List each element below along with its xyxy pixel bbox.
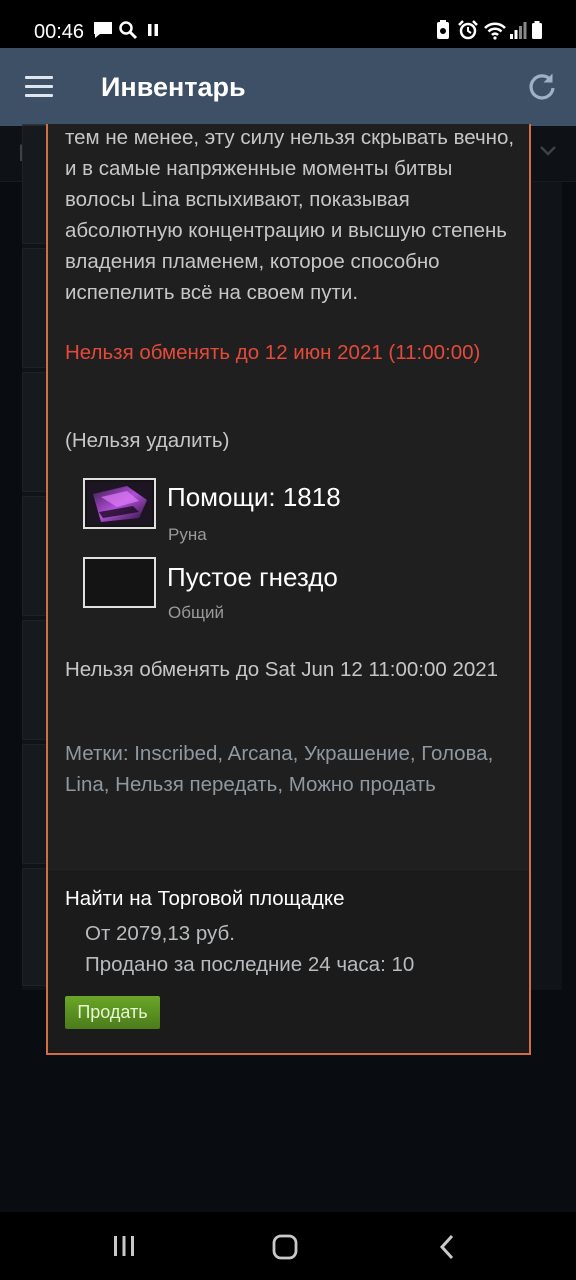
rune-gem-thumbnail — [83, 478, 156, 529]
navigation-bar — [0, 1212, 576, 1280]
app-bar: Инвентарь — [0, 48, 576, 126]
market-title: Найти на Торговой площадке — [65, 887, 345, 910]
sell-button[interactable]: Продать — [65, 996, 160, 1029]
gem-name: Пустое гнездо — [167, 562, 338, 592]
hamburger-menu-icon[interactable] — [25, 76, 53, 98]
item-details-modal: тем не менее, эту силу нельзя скрывать в… — [46, 124, 531, 1055]
item-tags: Метки: Inscribed, Arcana, Украшение, Гол… — [65, 742, 494, 796]
item-description: тем не менее, эту силу нельзя скрывать в… — [65, 126, 515, 304]
market-section: Найти на Торговой площадке От 2079,13 ру… — [48, 869, 529, 1053]
gem-type: Руна — [168, 525, 207, 544]
status-time: 00:46 — [34, 21, 85, 43]
recent-apps-icon[interactable] — [112, 1234, 136, 1258]
refresh-icon[interactable] — [526, 70, 558, 102]
status-bar: 00:46 — [0, 0, 576, 48]
no-delete-note: (Нельзя удалить) — [65, 429, 230, 452]
message-icon — [94, 22, 112, 38]
market-sold-24h: Продано за последние 24 часа: 10 — [85, 953, 415, 976]
battery-icon — [532, 21, 542, 39]
search-icon — [119, 21, 138, 40]
rune-gem-icon — [87, 482, 152, 525]
page-title: Инвентарь — [101, 72, 246, 102]
battery-saver-icon — [437, 20, 449, 39]
empty-socket-icon — [83, 557, 156, 608]
gem-name: Помощи: 1818 — [167, 482, 341, 512]
trade-restriction-warning: Нельзя обменять до 12 июн 2021 (11:00:00… — [65, 341, 481, 364]
back-icon[interactable] — [438, 1234, 456, 1260]
gem-type: Общий — [168, 603, 224, 622]
home-icon[interactable] — [272, 1234, 298, 1260]
market-starting-price: От 2079,13 руб. — [85, 922, 235, 945]
cannot-trade-date: Нельзя обменять до Sat Jun 12 11:00:00 2… — [65, 658, 499, 681]
pause-icon — [148, 24, 158, 36]
wifi-icon — [484, 22, 506, 40]
alarm-icon — [458, 20, 478, 40]
signal-icon — [510, 22, 527, 39]
